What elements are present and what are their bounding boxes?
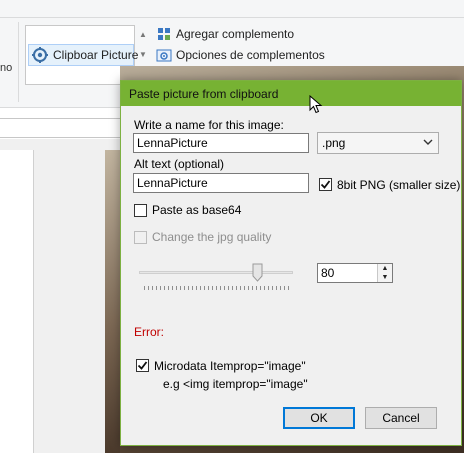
gear-icon: [31, 46, 49, 64]
checkmark-icon: [320, 180, 331, 189]
chevron-down-icon: [423, 139, 433, 145]
spin-up-icon[interactable]: ▲: [378, 264, 392, 273]
name-label: Write a name for this image:: [134, 118, 284, 132]
microdata-label: Microdata Itemprop="image": [154, 359, 306, 373]
document-page: [0, 150, 34, 453]
base64-checkbox[interactable]: [134, 204, 147, 217]
quality-slider-ticks: [144, 286, 290, 290]
paste-picture-dialog: Paste picture from clipboard Write a nam…: [120, 80, 462, 446]
quality-value: 80: [321, 266, 335, 280]
gallery-scroll-down-icon[interactable]: ▼: [136, 45, 150, 65]
plugin-options-icon: [156, 49, 172, 62]
format-select[interactable]: .png: [317, 132, 439, 154]
checkmark-icon: [137, 361, 148, 370]
alt-text-input[interactable]: LennaPicture: [133, 173, 309, 193]
ribbon-group-separator: [18, 22, 19, 102]
format-select-value: .png: [322, 136, 346, 150]
spin-down-icon[interactable]: ▼: [378, 273, 392, 282]
base64-label: Paste as base64: [152, 203, 242, 217]
plugin-gallery[interactable]: Clipboar Picture: [25, 25, 138, 85]
gallery-item-label: Clipboar Picture: [53, 48, 139, 62]
cancel-button[interactable]: Cancel: [365, 407, 437, 429]
quality-spinbox[interactable]: 80 ▲ ▼: [317, 263, 393, 283]
quality-slider-thumb[interactable]: [252, 263, 263, 282]
ribbon-tab-divider: [0, 17, 464, 18]
jpg-quality-label: Change the jpg quality: [152, 230, 272, 244]
png8-label: 8bit PNG (smaller size): [337, 178, 461, 192]
add-plugin-button[interactable]: Agregar complemento: [156, 25, 294, 43]
ribbon-partial-label: no: [0, 62, 13, 74]
quality-slider-track[interactable]: [139, 271, 293, 274]
quality-spin-buttons[interactable]: ▲ ▼: [377, 264, 392, 282]
mouse-pointer-icon: [309, 95, 323, 114]
dialog-titlebar[interactable]: Paste picture from clipboard: [121, 81, 461, 106]
document-toolbar: [0, 118, 120, 138]
alt-text-label: Alt text (optional): [134, 157, 225, 171]
microdata-checkbox[interactable]: [136, 359, 149, 372]
image-name-input[interactable]: LennaPicture: [133, 133, 309, 153]
jpg-quality-checkbox[interactable]: [134, 231, 147, 244]
gallery-item-clipboard-picture[interactable]: Clipboar Picture: [28, 44, 138, 66]
add-plugin-label: Agregar complemento: [176, 27, 295, 41]
error-label: Error:: [134, 325, 164, 339]
background-photo-edge: [105, 150, 120, 453]
gallery-scroll-up-icon[interactable]: ▲: [136, 25, 150, 45]
plugin-options-label: Opciones de complementos: [176, 48, 325, 62]
add-plugin-icon: [158, 28, 170, 40]
microdata-example: e.g <img itemprop="image": [163, 377, 308, 391]
dialog-title: Paste picture from clipboard: [129, 87, 279, 101]
plugin-options-button[interactable]: Opciones de complementos: [156, 46, 325, 64]
ok-button[interactable]: OK: [283, 407, 355, 429]
png8-checkbox[interactable]: [319, 178, 332, 191]
